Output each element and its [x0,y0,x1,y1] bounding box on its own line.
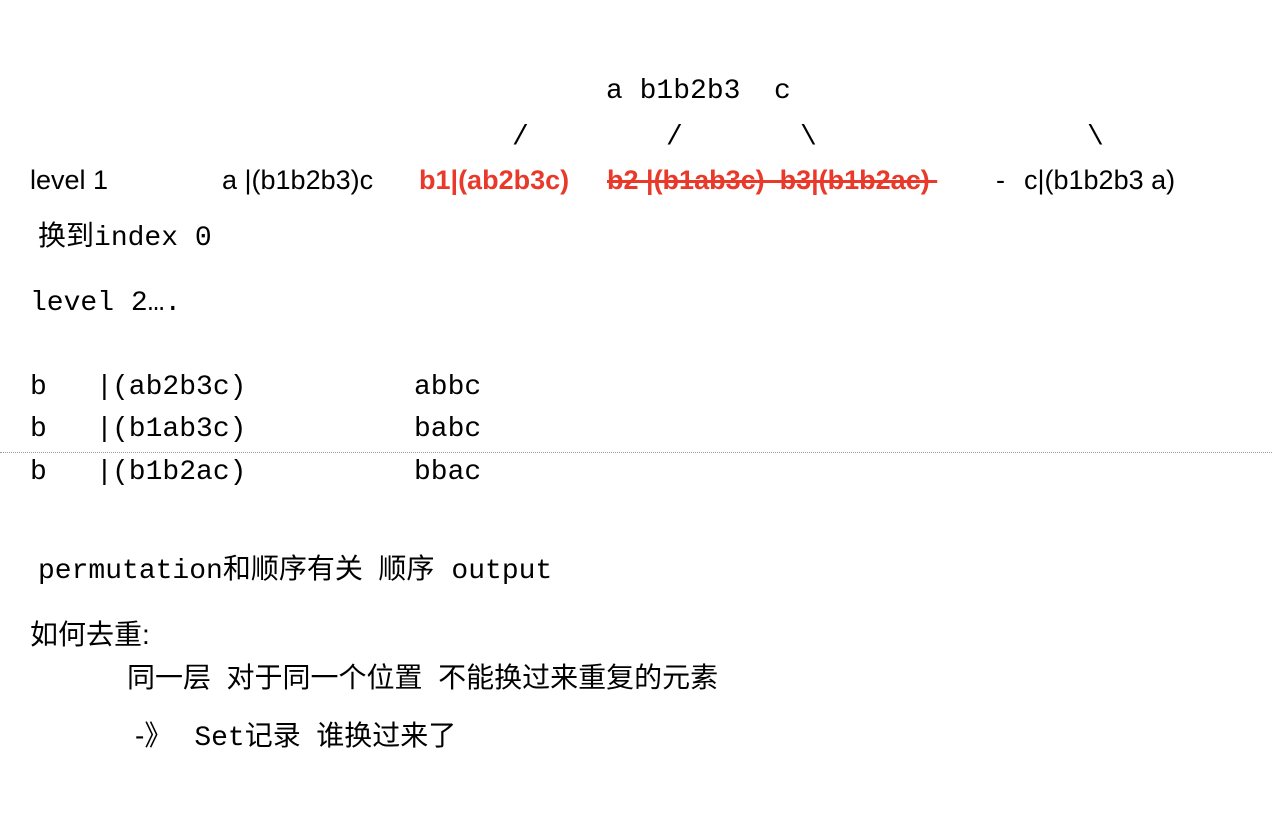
dedup-arrow: -》 [135,720,173,751]
permutation-output: output [451,556,553,587]
level1-dash: - [996,165,1005,195]
level2-label: level 2…. [30,288,182,319]
dedup-line-2-cjk: 记录 谁换过来了 [244,720,457,751]
row-3-bar: | [96,457,113,488]
tree-backslash-2: \ [1087,122,1104,153]
tree-slash-1: / [512,122,529,153]
row-3-paren: (b1b2ac) [112,457,247,488]
dedup-line-2: -》 Set记录 谁换过来了 [127,706,456,753]
swap-line: 换到index 0 [30,206,212,253]
row-2-bar: | [96,414,113,445]
level1-node-b2-b3-struck: b2 |(b1ab3c) b3|(b1b2ac) [607,165,938,195]
row-2-paren: (b1ab3c) [112,414,247,445]
permutation-word: permutation [38,556,223,587]
row-2-result: babc [414,414,482,445]
level1-node-b1: b1|(ab2b3c) [419,165,570,195]
dedup-set-word: Set [194,723,245,754]
row-1-bar: | [96,372,113,403]
row-1-prefix: b [30,372,81,403]
dedup-title: 如何去重: [30,619,150,650]
permutation-line: permutation和顺序有关 顺序 output [30,539,552,586]
row-1-paren: (ab2b3c) [112,372,247,403]
row-1-result: abbc [414,372,482,403]
row-3-result: bbac [414,457,482,488]
tree-backslash-1: \ [800,122,817,153]
level1-node-c: c|(b1b2b3 a) [1024,165,1176,195]
tree-slash-2: / [666,122,683,153]
row-3-prefix: b [30,457,81,488]
page-break-divider [0,452,1272,453]
tree-top-label: a b1b2b3 c [606,76,791,107]
level1-node-a: a |(b1b2b3)c [222,165,374,195]
row-2-prefix: b [30,414,81,445]
dedup-line-1: 同一层 对于同一个位置 不能换过来重复的元素 [127,662,719,693]
level1-label: level 1 [30,165,109,195]
permutation-cjk: 和顺序有关 顺序 [222,553,435,584]
swap-line-index: index 0 [94,223,212,254]
swap-line-cjk: 换到 [38,220,95,251]
